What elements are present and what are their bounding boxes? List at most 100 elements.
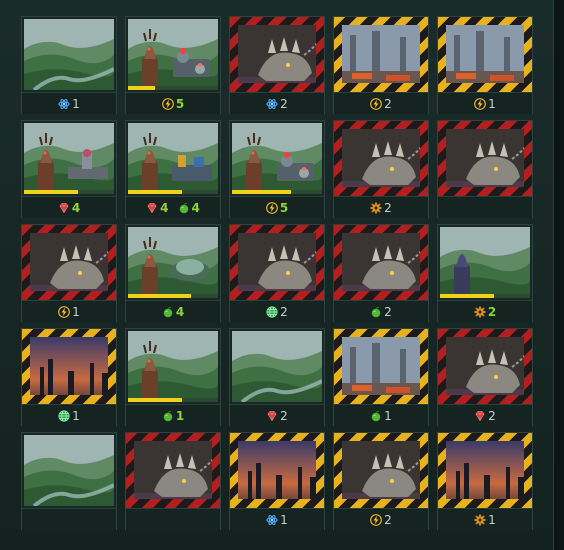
map-tile[interactable]: 1 [437, 16, 533, 114]
atom-icon [266, 98, 278, 110]
tile-yield: 1 [126, 404, 220, 426]
energy-icon [161, 97, 174, 110]
tile-artwork-landscape [24, 435, 114, 506]
map-tile[interactable]: 1 [333, 328, 429, 426]
map-tile[interactable]: 2 [333, 16, 429, 114]
tile-yield: 5 [126, 92, 220, 114]
resource-yield: 4 [178, 201, 200, 215]
tile-yield: 1 [334, 404, 428, 426]
map-tile[interactable]: 2 [437, 224, 533, 322]
resource-value: 4 [191, 200, 200, 215]
globe-icon [58, 409, 70, 422]
map-tile[interactable]: 2 [333, 432, 429, 530]
resource-yield: 1 [58, 97, 80, 111]
resource-value: 1 [72, 304, 80, 319]
map-tile[interactable]: 1 [437, 432, 533, 530]
tile-yield: 2 [438, 300, 532, 322]
map-tile[interactable]: 2 [333, 224, 429, 322]
tile-artwork-sunset-city [30, 337, 108, 395]
resource-value: 1 [280, 512, 288, 527]
map-tile[interactable]: 5 [229, 120, 325, 218]
resource-yield: 1 [162, 409, 184, 423]
energy-icon [474, 97, 487, 110]
tile-artwork-alien-station [232, 123, 322, 194]
gear-icon [474, 513, 486, 526]
resource-yield: 1 [58, 409, 80, 423]
resource-value: 5 [175, 96, 185, 111]
map-tile[interactable]: 44 [125, 120, 221, 218]
resource-yield: 2 [474, 305, 496, 319]
map-tile[interactable]: 1 [21, 224, 117, 322]
resource-value: 2 [487, 304, 497, 319]
tile-artwork-beast [134, 441, 212, 499]
map-tile[interactable]: 2 [229, 328, 325, 426]
gem-icon [146, 202, 158, 214]
tile-yield: 1 [438, 508, 532, 530]
food-icon [162, 410, 174, 422]
globe-icon [266, 305, 278, 318]
tile-progress-bar [128, 294, 218, 298]
resource-value: 1 [72, 408, 80, 423]
resource-value: 1 [72, 96, 80, 111]
map-tile[interactable] [125, 432, 221, 530]
resource-value: 2 [280, 304, 288, 319]
energy-icon [370, 513, 383, 526]
resource-yield: 2 [370, 513, 392, 527]
map-tile[interactable]: 2 [333, 120, 429, 218]
tile-progress-fill [24, 190, 78, 194]
resource-yield: 1 [474, 97, 496, 111]
tile-progress-bar [440, 294, 530, 298]
map-tile[interactable] [437, 120, 533, 218]
tile-yield: 2 [334, 196, 428, 218]
gem-icon [266, 410, 278, 422]
tile-progress-bar [24, 190, 114, 194]
resource-yield: 2 [370, 201, 392, 215]
map-tile[interactable]: 1 [21, 16, 117, 114]
tile-yield: 1 [22, 300, 116, 322]
tile-artwork-alien-dome [128, 227, 218, 298]
map-tile[interactable]: 2 [229, 16, 325, 114]
map-tile[interactable]: 4 [125, 224, 221, 322]
tile-artwork-beast [342, 233, 420, 291]
tile-artwork-ruined-city [446, 25, 524, 83]
tile-progress-fill [440, 294, 494, 298]
resource-value: 4 [160, 200, 169, 215]
tile-artwork-sunset-city [238, 441, 316, 499]
map-tile[interactable]: 1 [125, 328, 221, 426]
resource-value: 4 [71, 200, 81, 215]
scrollbar[interactable] [553, 0, 564, 550]
tile-yield: 2 [230, 404, 324, 426]
resource-value: 1 [175, 408, 185, 423]
energy-icon [265, 201, 278, 214]
resource-value: 1 [384, 408, 392, 423]
tile-yield: 4 [126, 300, 220, 322]
map-tile[interactable]: 1 [229, 432, 325, 530]
resource-yield: 4 [146, 200, 169, 215]
tile-artwork-alien-lookout [440, 227, 530, 298]
tile-yield: 2 [438, 404, 532, 426]
resource-yield: 1 [266, 513, 288, 527]
resource-yield: 5 [161, 96, 185, 111]
map-tile[interactable]: 4 [21, 120, 117, 218]
tile-progress-bar [128, 86, 218, 90]
map-tile[interactable]: 1 [21, 328, 117, 426]
tile-progress-bar [128, 398, 218, 402]
resource-value: 2 [384, 512, 392, 527]
food-icon [370, 410, 382, 422]
gem-icon [474, 410, 486, 422]
map-tile[interactable]: 2 [229, 224, 325, 322]
map-tile[interactable]: 2 [437, 328, 533, 426]
food-icon [370, 306, 382, 318]
resource-value: 1 [488, 96, 496, 111]
tile-artwork-sunset-city [446, 441, 524, 499]
tile-artwork-ruined-city [342, 25, 420, 83]
tile-yield: 2 [334, 508, 428, 530]
tile-artwork-beast [342, 129, 420, 187]
map-tile[interactable]: 5 [125, 16, 221, 114]
map-tile[interactable] [21, 432, 117, 530]
tile-yield [438, 196, 532, 218]
resource-yield: 2 [370, 97, 392, 111]
resource-yield: 4 [162, 305, 184, 319]
tile-artwork-ruined-city [342, 337, 420, 395]
tile-artwork-alien-station [128, 19, 218, 90]
